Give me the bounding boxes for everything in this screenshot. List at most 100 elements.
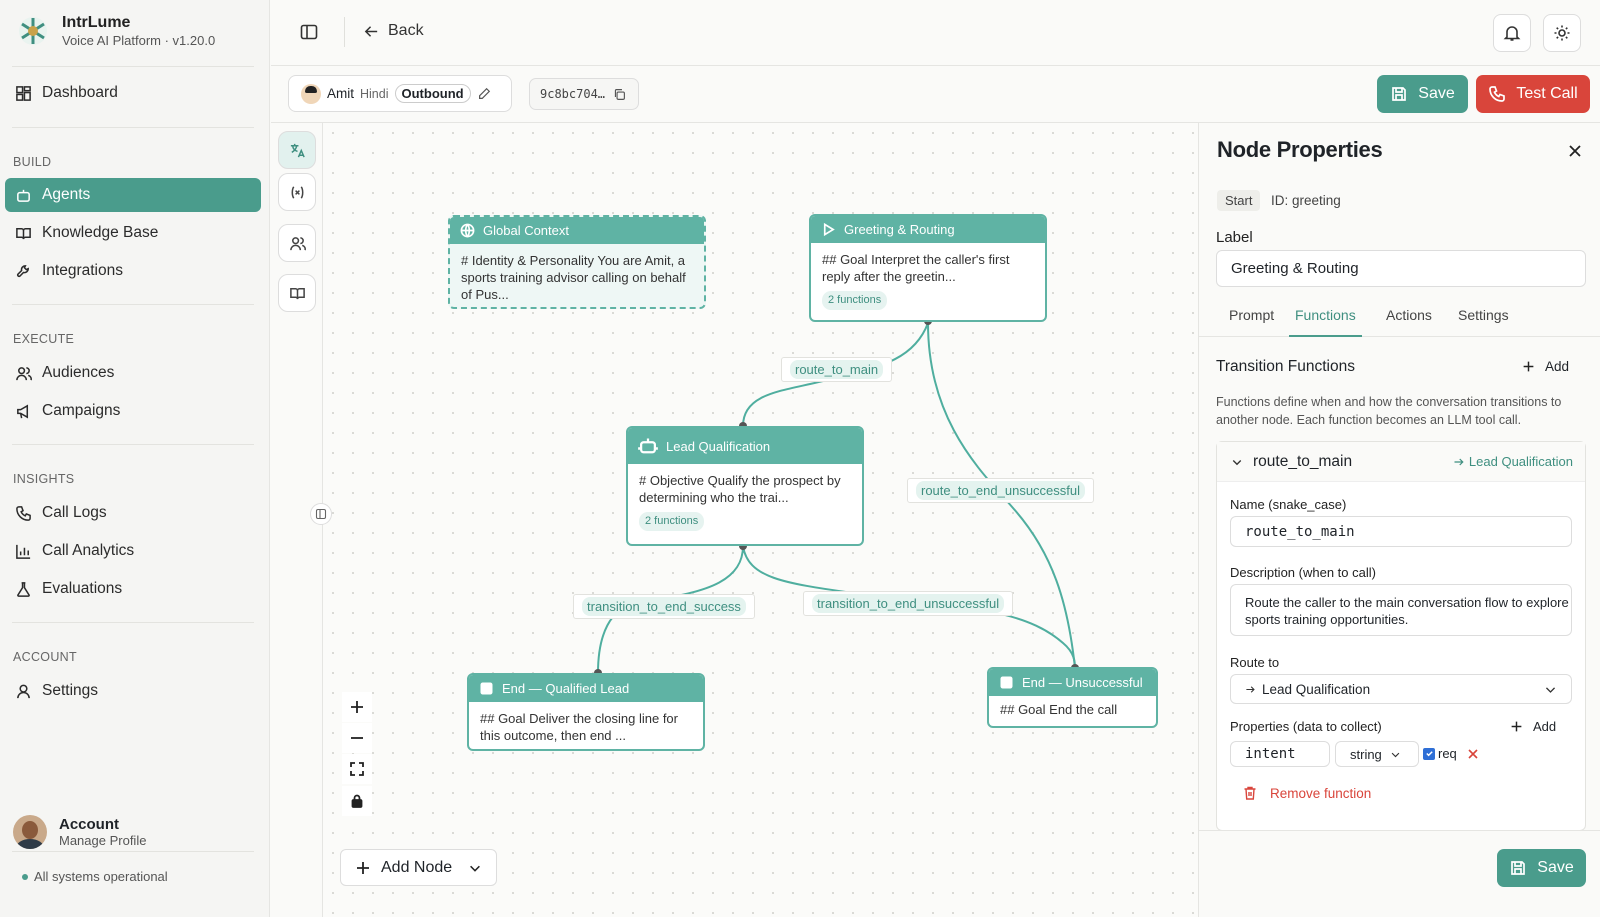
notifications-button[interactable] — [1493, 14, 1531, 52]
zoom-out-button[interactable] — [342, 723, 372, 753]
test-call-button[interactable]: Test Call — [1476, 75, 1590, 113]
variable-icon — [291, 185, 303, 199]
node-lead-qualification[interactable]: Lead Qualification # Objective Qualify t… — [626, 426, 864, 546]
node-global-context[interactable]: Global Context # Identity & Personality … — [448, 215, 706, 309]
nav-settings[interactable]: Settings — [5, 674, 261, 708]
node-properties-panel: Node Properties Start ID: greeting Label… — [1198, 123, 1600, 917]
toggle-sidebar-button[interactable] — [299, 22, 319, 42]
bar-chart-icon — [16, 544, 31, 559]
account-menu[interactable]: Account Manage Profile — [13, 815, 146, 849]
copy-icon[interactable] — [613, 88, 626, 101]
tab-functions[interactable]: Functions — [1289, 307, 1362, 337]
users-tool-button[interactable] — [278, 224, 316, 262]
agent-chip[interactable]: Amit Hindi Outbound — [288, 75, 512, 112]
node-greeting-routing[interactable]: Greeting & Routing ## Goal Interpret the… — [809, 214, 1047, 322]
save-label: Save — [1418, 85, 1455, 102]
tab-settings[interactable]: Settings — [1458, 307, 1509, 337]
checkbox-checked-icon — [1423, 747, 1435, 760]
divider — [12, 304, 254, 305]
label-heading: Label — [1216, 229, 1253, 246]
node-end-unsuccessful[interactable]: End — Unsuccessful ## Goal End the call — [987, 667, 1158, 728]
translate-tool-button[interactable] — [278, 131, 316, 169]
route-to-select[interactable]: Lead Qualification — [1230, 674, 1572, 704]
node-body-text: ## Goal Interpret the caller's first rep… — [822, 252, 1010, 284]
node-title: Lead Qualification — [666, 438, 771, 454]
square-icon — [1000, 676, 1013, 689]
close-icon[interactable] — [1567, 143, 1583, 159]
transition-description: Functions define when and how the conver… — [1216, 395, 1562, 427]
properties-tabs: Prompt Functions Actions Settings — [1199, 299, 1600, 337]
panel-save-button[interactable]: Save — [1497, 849, 1586, 887]
brand-title: IntrLume — [62, 14, 131, 31]
node-title: Greeting & Routing — [844, 222, 955, 237]
edge-label-route-to-end-unsuccessful[interactable]: route_to_end_unsuccessful — [907, 478, 1095, 503]
function-card-header[interactable]: route_to_main Lead Qualification — [1217, 442, 1585, 482]
knowledge-tool-button[interactable] — [278, 274, 316, 312]
collapse-rail-button[interactable] — [310, 503, 332, 525]
nav-integrations-label: Integrations — [42, 262, 123, 279]
tab-actions[interactable]: Actions — [1386, 307, 1432, 337]
back-label: Back — [388, 22, 424, 39]
property-name-input[interactable]: intent — [1230, 741, 1330, 767]
panel-left-icon — [300, 24, 318, 40]
nav-call-logs[interactable]: Call Logs — [5, 496, 261, 530]
fit-view-button[interactable] — [342, 754, 372, 784]
label-input[interactable]: Greeting & Routing — [1216, 250, 1586, 287]
edge-label-route-to-main[interactable]: route_to_main — [781, 357, 893, 382]
route-to-label: Route to — [1230, 655, 1280, 670]
remove-function-button[interactable]: Remove function — [1242, 785, 1371, 801]
agent-id-chip[interactable]: 9c8bc704… — [529, 78, 639, 110]
function-description-textarea[interactable]: Route the caller to the main conversatio… — [1230, 584, 1572, 636]
nav-evaluations-label: Evaluations — [42, 580, 123, 597]
avatar — [13, 815, 47, 849]
nav-integrations[interactable]: Integrations — [5, 254, 261, 288]
node-header: End — Unsuccessful — [989, 669, 1156, 696]
lock-button[interactable] — [342, 786, 372, 816]
agent-name: Amit — [327, 86, 354, 101]
variables-tool-button[interactable] — [278, 173, 316, 211]
remove-function-label: Remove function — [1270, 785, 1372, 801]
sun-icon — [1554, 25, 1570, 41]
theme-toggle-button[interactable] — [1543, 14, 1581, 52]
flow-canvas[interactable]: Global Context # Identity & Personality … — [323, 123, 1198, 917]
function-card: route_to_main Lead Qualification Name (s… — [1216, 441, 1586, 831]
add-label: Add — [1545, 359, 1570, 374]
nav-audiences[interactable]: Audiences — [5, 356, 261, 390]
tab-prompt[interactable]: Prompt — [1229, 307, 1274, 337]
agent-language: Hindi — [360, 86, 389, 101]
divider — [12, 66, 254, 67]
direction-badge: Outbound — [394, 84, 471, 103]
node-end-qualified[interactable]: End — Qualified Lead ## Goal Deliver the… — [467, 673, 705, 751]
required-checkbox[interactable]: req — [1423, 746, 1457, 761]
node-header: End — Qualified Lead — [469, 675, 703, 702]
nav-agents[interactable]: Agents — [5, 178, 261, 212]
fullscreen-icon — [350, 762, 364, 776]
pencil-icon[interactable] — [477, 87, 491, 101]
edge-label-text: route_to_end_unsuccessful — [916, 481, 1086, 500]
brand[interactable]: IntrLume Voice AI Platform · v1.20.0 — [16, 14, 215, 48]
nav-dashboard-label: Dashboard — [42, 84, 118, 101]
back-button[interactable]: Back — [363, 22, 424, 40]
flask-icon — [17, 581, 30, 597]
zoom-in-button[interactable] — [342, 692, 372, 722]
nav-knowledge-base[interactable]: Knowledge Base — [5, 216, 261, 250]
nav-dashboard[interactable]: Dashboard — [5, 76, 261, 110]
edge-label-transition-unsuccessful[interactable]: transition_to_end_unsuccessful — [803, 591, 1014, 616]
nav-campaigns[interactable]: Campaigns — [5, 394, 261, 428]
nav-settings-label: Settings — [42, 682, 99, 699]
node-body: ## Goal End the call — [1000, 702, 1118, 717]
phone-icon — [16, 505, 31, 521]
add-property-button[interactable]: Add — [1510, 719, 1556, 734]
nav-evaluations[interactable]: Evaluations — [5, 572, 261, 606]
save-button[interactable]: Save — [1377, 75, 1468, 113]
user-icon — [17, 684, 30, 698]
plus-icon — [357, 861, 369, 874]
nav-call-analytics[interactable]: Call Analytics — [5, 534, 261, 568]
add-node-button[interactable]: Add Node — [340, 849, 497, 886]
remove-property-icon[interactable] — [1467, 748, 1479, 760]
edge-label-transition-success[interactable]: transition_to_end_success — [573, 594, 755, 619]
property-type-select[interactable]: string — [1335, 741, 1419, 767]
function-name-input[interactable]: route_to_main — [1230, 516, 1572, 547]
add-function-button[interactable]: Add — [1522, 359, 1569, 374]
book-open-icon — [289, 287, 305, 299]
